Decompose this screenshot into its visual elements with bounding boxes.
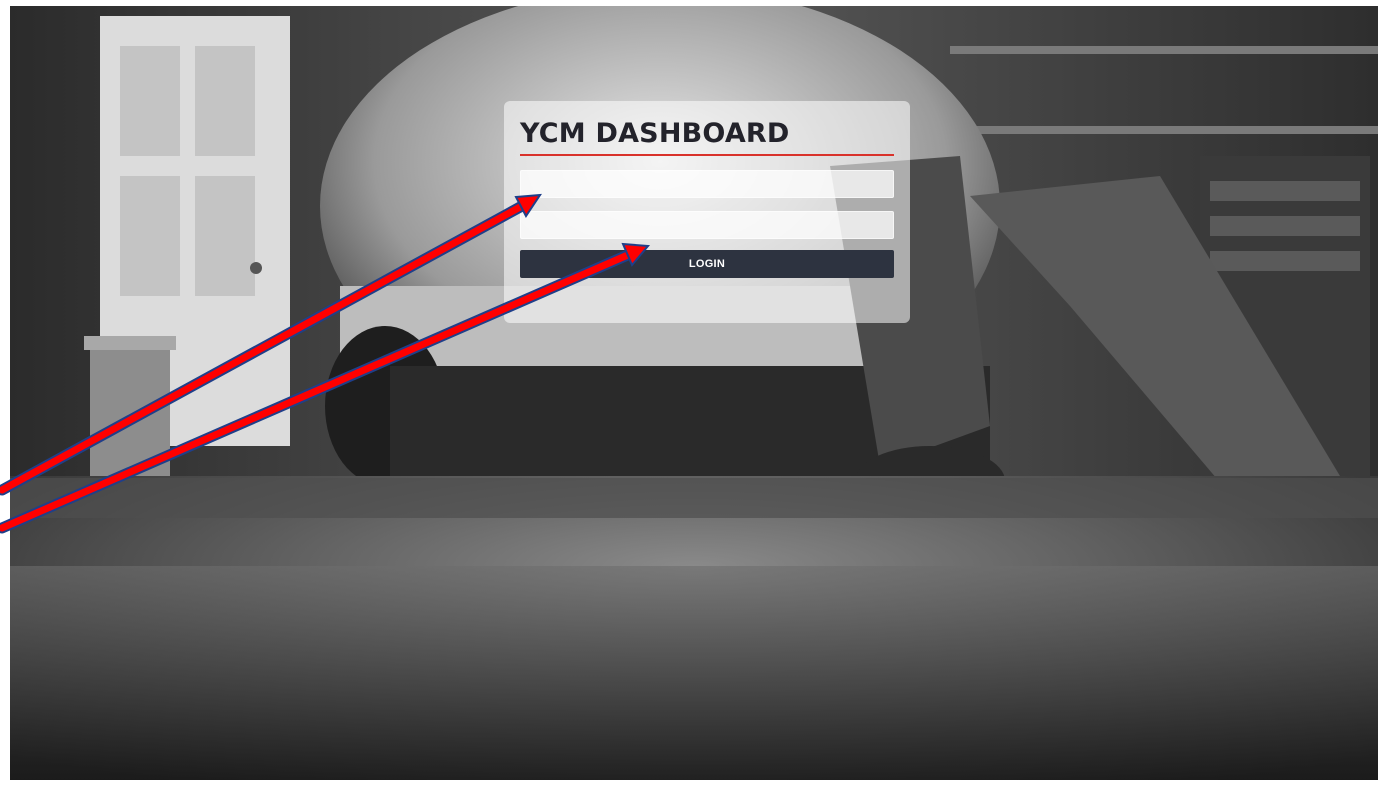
login-panel: YCM DASHBOARD LOGIN xyxy=(504,101,910,323)
dashboard-title: YCM DASHBOARD xyxy=(520,118,790,149)
login-button[interactable]: LOGIN xyxy=(520,250,894,278)
username-input[interactable] xyxy=(520,170,894,198)
title-underline xyxy=(520,154,894,156)
password-input[interactable] xyxy=(520,211,894,239)
login-page: YCM DASHBOARD LOGIN xyxy=(10,6,1378,780)
